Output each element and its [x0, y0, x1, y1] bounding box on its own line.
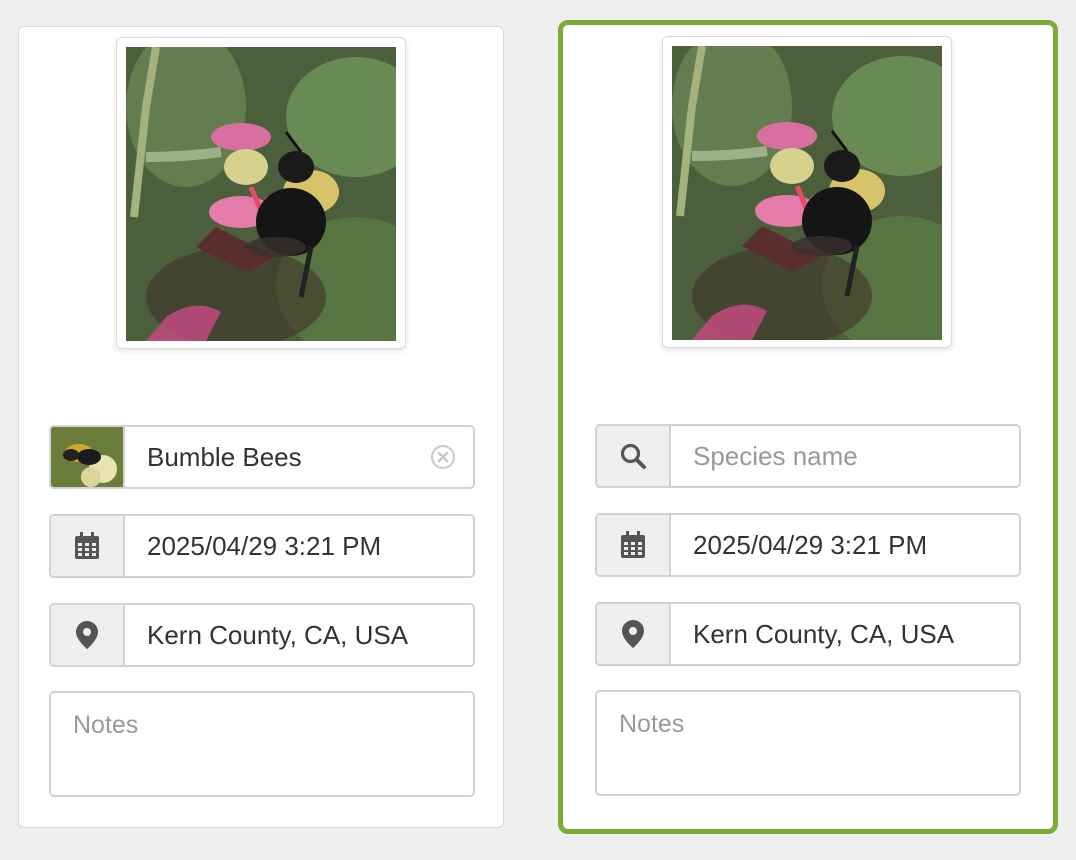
- calendar-icon: [51, 516, 125, 576]
- clear-taxon-button[interactable]: [413, 427, 473, 487]
- location-field[interactable]: Kern County, CA, USA: [595, 602, 1021, 666]
- location-value: Kern County, CA, USA: [693, 618, 955, 649]
- date-field[interactable]: 2025/04/29 3:21 PM: [49, 514, 475, 578]
- bumble-bee-thumbnail: [51, 427, 125, 487]
- notes-textarea[interactable]: Notes: [595, 690, 1021, 796]
- taxon-name: Bumble Bees: [147, 441, 302, 472]
- notes-textarea[interactable]: Notes: [49, 691, 475, 797]
- date-field[interactable]: 2025/04/29 3:21 PM: [595, 513, 1021, 577]
- calendar-icon: [597, 515, 671, 575]
- species-search-input[interactable]: Species name: [671, 426, 1019, 486]
- location-field[interactable]: Kern County, CA, USA: [49, 603, 475, 667]
- observation-photo: [126, 47, 396, 341]
- observation-photo: [672, 46, 942, 340]
- clear-circle-icon: [431, 445, 455, 469]
- taxon-field[interactable]: Bumble Bees: [49, 425, 475, 489]
- location-value: Kern County, CA, USA: [147, 619, 409, 650]
- observation-card-2-selected[interactable]: Species name 2025/04/29 3:21 PM Kern Cou…: [558, 20, 1058, 834]
- datetime-value: 2025/04/29 3:21 PM: [693, 529, 928, 560]
- map-pin-icon: [51, 605, 125, 665]
- map-pin-icon: [597, 604, 671, 664]
- observation-card-1[interactable]: Bumble Bees 2025/04/29 3:21 PM Kern Coun…: [18, 26, 504, 828]
- datetime-value: 2025/04/29 3:21 PM: [147, 530, 382, 561]
- observation-photo-frame[interactable]: [662, 36, 952, 348]
- species-search-field[interactable]: Species name: [595, 424, 1021, 488]
- search-icon: [597, 426, 671, 486]
- observation-photo-frame[interactable]: [116, 37, 406, 349]
